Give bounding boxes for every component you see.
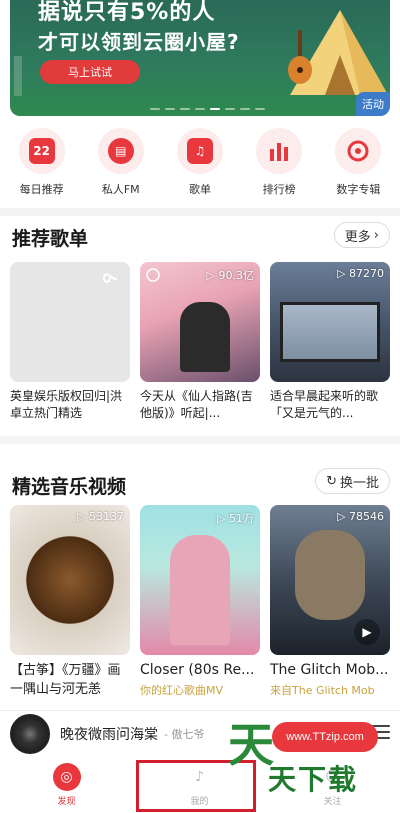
banner-tag: 活动 <box>356 92 390 116</box>
cover-window <box>280 302 380 362</box>
video-title: The Glitch Mob... <box>270 662 389 678</box>
quick-nav-label: 数字专辑 <box>336 183 381 196</box>
quick-nav-label: 歌单 <box>188 183 211 196</box>
cover-figure <box>180 302 230 372</box>
discover-icon: ◎ <box>52 762 81 791</box>
now-playing-artist: - 傲七爷 <box>164 727 205 741</box>
quick-nav-label: 私人FM <box>101 183 140 196</box>
chart-icon <box>256 128 303 174</box>
more-button[interactable]: 更多 › <box>333 222 390 248</box>
video-card[interactable]: ▷ 51万 Closer (80s Re... 你的红心歌曲MV <box>140 505 260 699</box>
play-count: ▷ 51万 <box>217 512 254 525</box>
guitar-icon <box>288 30 312 84</box>
refresh-button[interactable]: ↻ 换一批 <box>315 468 390 494</box>
more-label: 更多 <box>344 229 371 245</box>
netease-logo-icon <box>146 268 160 282</box>
video-subtitle: 来自The Glitch Mob <box>270 684 375 697</box>
play-icon[interactable]: ▶ <box>354 619 380 645</box>
radio-icon: ▤ <box>97 128 144 174</box>
playlist-title: 适合早晨起来听的歌「又是元气的... <box>270 389 379 420</box>
playlist-card[interactable]: ▷ 87270 适合早晨起来听的歌「又是元气的... <box>270 262 390 422</box>
quick-nav-album[interactable]: 数字专辑 <box>322 128 394 200</box>
play-count: ▷ 87270 <box>337 267 384 280</box>
quick-nav-daily[interactable]: 22 每日推荐 <box>6 128 78 200</box>
watermark-text: 天下载 <box>268 763 359 796</box>
quick-nav: 22 每日推荐 ▤ 私人FM ♫ 歌单 排行榜 数字专辑 <box>0 128 400 200</box>
infinity-icon <box>102 273 117 283</box>
banner-edge <box>14 56 22 96</box>
playlist-card[interactable]: 英皇娱乐版权回归|洪卓立热门精选 <box>10 262 130 422</box>
video-card[interactable]: ▷ 53137 【古筝】《万疆》画一隅山与河无恙 <box>10 505 130 699</box>
playlist-cover: ▷ 90.3亿 <box>140 262 260 382</box>
video-cover: ▷ 78546 ▶ <box>270 505 390 655</box>
playlists-title: 推荐歌单 <box>12 228 89 250</box>
album-disc-icon <box>10 713 50 754</box>
playlist-title: 今天从《仙人指路(吉他版)》听起|... <box>140 389 253 420</box>
play-count: ▷ 78546 <box>337 510 384 523</box>
play-count: ▷ 53137 <box>77 510 124 523</box>
album-icon <box>335 128 382 174</box>
now-playing-title: 晚夜微雨问海棠 <box>60 726 158 743</box>
refresh-icon: ↻ <box>326 473 337 489</box>
playlist-card[interactable]: ▷ 90.3亿 今天从《仙人指路(吉他版)》听起|... <box>140 262 260 422</box>
playlist-cover <box>10 262 130 382</box>
videos-title: 精选音乐视频 <box>12 476 127 498</box>
playlist-icon: ♫ <box>176 128 223 174</box>
playlist-cover: ▷ 87270 <box>270 262 390 382</box>
playlist-title: 英皇娱乐版权回归|洪卓立热门精选 <box>10 389 123 420</box>
quick-nav-fm[interactable]: ▤ 私人FM <box>85 128 157 200</box>
quick-nav-label: 每日推荐 <box>19 183 64 196</box>
refresh-label: 换一批 <box>339 475 379 491</box>
video-cover: ▷ 51万 <box>140 505 260 655</box>
video-title: 【古筝】《万疆》画一隅山与河无恙 <box>10 663 121 697</box>
chevron-right-icon: › <box>373 227 379 243</box>
tab-label: 发现 <box>57 796 76 807</box>
video-title: Closer (80s Re... <box>140 662 255 678</box>
video-cover: ▷ 53137 <box>10 505 130 655</box>
video-card[interactable]: ▷ 78546 ▶ The Glitch Mob... 来自The Glitch… <box>270 505 390 699</box>
play-count: ▷ 90.3亿 <box>206 269 254 282</box>
carousel-dots <box>150 108 265 110</box>
quick-nav-charts[interactable]: 排行榜 <box>243 128 315 200</box>
cover-figure <box>295 530 365 620</box>
video-list: ▷ 53137 【古筝】《万疆》画一隅山与河无恙 ▷ 51万 Closer (8… <box>10 505 390 699</box>
video-subtitle: 你的红心歌曲MV <box>140 684 224 697</box>
quick-nav-label: 排行榜 <box>262 183 296 196</box>
promo-banner[interactable]: 据说只有5%的人 才可以领到云圈小屋? 马上试试 活动 <box>10 0 390 116</box>
banner-cta-button[interactable]: 马上试试 <box>40 60 140 84</box>
banner-headline-1: 据说只有5%的人 <box>38 0 216 25</box>
playlist-list: 英皇娱乐版权回归|洪卓立热门精选 ▷ 90.3亿 今天从《仙人指路(吉他版)》听… <box>10 262 390 422</box>
cover-figure <box>170 535 230 645</box>
banner-headline-2: 才可以领到云圈小屋? <box>38 30 240 54</box>
divider <box>0 436 400 444</box>
watermark-url: www.TTzip.com <box>272 722 378 752</box>
tab-discover[interactable]: ◎ 发现 <box>0 756 133 813</box>
calendar-icon: 22 <box>18 128 65 174</box>
divider <box>0 208 400 216</box>
quick-nav-playlist[interactable]: ♫ 歌单 <box>164 128 236 200</box>
